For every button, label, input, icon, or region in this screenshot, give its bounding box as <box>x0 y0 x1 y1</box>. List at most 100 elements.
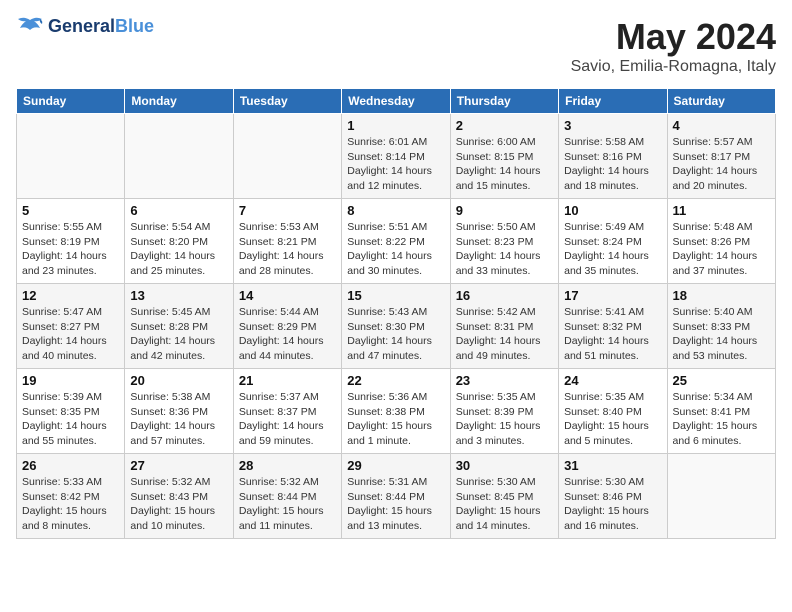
calendar-table: SundayMondayTuesdayWednesdayThursdayFrid… <box>16 88 776 539</box>
day-info: Sunrise: 5:40 AM Sunset: 8:33 PM Dayligh… <box>673 305 770 364</box>
day-number: 7 <box>239 203 336 218</box>
day-number: 10 <box>564 203 661 218</box>
calendar-cell <box>667 454 775 539</box>
calendar-week-row: 12 Sunrise: 5:47 AM Sunset: 8:27 PM Dayli… <box>17 284 776 369</box>
calendar-cell <box>125 114 233 199</box>
calendar-cell: 23Sunrise: 5:35 AM Sunset: 8:39 PM Dayli… <box>450 369 558 454</box>
calendar-cell: 24 Sunrise: 5:35 AM Sunset: 8:40 PM Dayli… <box>559 369 667 454</box>
day-number: 19 <box>22 373 119 388</box>
weekday-header: Saturday <box>667 89 775 114</box>
day-info: Sunrise: 5:43 AM Sunset: 8:30 PM Dayligh… <box>347 305 444 364</box>
day-number: 26 <box>22 458 119 473</box>
logo: GeneralBlue <box>16 16 154 38</box>
calendar-cell: 4 Sunrise: 5:57 AM Sunset: 8:17 PM Daylig… <box>667 114 775 199</box>
month-title: May 2024 <box>571 16 776 58</box>
day-info: Sunrise: 5:33 AM Sunset: 8:42 PM Dayligh… <box>22 475 119 534</box>
day-number: 1 <box>347 118 444 133</box>
day-number: 5 <box>22 203 119 218</box>
day-number: 18 <box>673 288 770 303</box>
calendar-cell: 9 Sunrise: 5:50 AM Sunset: 8:23 PM Daylig… <box>450 199 558 284</box>
day-number: 3 <box>564 118 661 133</box>
calendar-cell: 1 Sunrise: 6:01 AM Sunset: 8:14 PM Daylig… <box>342 114 450 199</box>
calendar-week-row: 5Sunrise: 5:55 AM Sunset: 8:19 PM Daylig… <box>17 199 776 284</box>
day-info: Sunrise: 5:35 AM Sunset: 8:40 PM Dayligh… <box>564 390 661 449</box>
weekday-header: Tuesday <box>233 89 341 114</box>
day-number: 27 <box>130 458 227 473</box>
calendar-cell: 21 Sunrise: 5:37 AM Sunset: 8:37 PM Dayli… <box>233 369 341 454</box>
day-info: Sunrise: 5:44 AM Sunset: 8:29 PM Dayligh… <box>239 305 336 364</box>
weekday-header: Wednesday <box>342 89 450 114</box>
day-number: 30 <box>456 458 553 473</box>
day-info: Sunrise: 5:54 AM Sunset: 8:20 PM Dayligh… <box>130 220 227 279</box>
day-number: 2 <box>456 118 553 133</box>
weekday-header-row: SundayMondayTuesdayWednesdayThursdayFrid… <box>17 89 776 114</box>
day-info: Sunrise: 5:39 AM Sunset: 8:35 PM Dayligh… <box>22 390 119 449</box>
day-number: 17 <box>564 288 661 303</box>
day-info: Sunrise: 5:31 AM Sunset: 8:44 PM Dayligh… <box>347 475 444 534</box>
calendar-cell: 31Sunrise: 5:30 AM Sunset: 8:46 PM Dayli… <box>559 454 667 539</box>
calendar-cell: 17 Sunrise: 5:41 AM Sunset: 8:32 PM Dayli… <box>559 284 667 369</box>
calendar-cell: 3Sunrise: 5:58 AM Sunset: 8:16 PM Daylig… <box>559 114 667 199</box>
day-number: 28 <box>239 458 336 473</box>
day-info: Sunrise: 6:00 AM Sunset: 8:15 PM Dayligh… <box>456 135 553 194</box>
day-info: Sunrise: 5:41 AM Sunset: 8:32 PM Dayligh… <box>564 305 661 364</box>
calendar-cell: 5Sunrise: 5:55 AM Sunset: 8:19 PM Daylig… <box>17 199 125 284</box>
day-number: 22 <box>347 373 444 388</box>
weekday-header: Sunday <box>17 89 125 114</box>
day-info: Sunrise: 5:57 AM Sunset: 8:17 PM Dayligh… <box>673 135 770 194</box>
calendar-cell: 19 Sunrise: 5:39 AM Sunset: 8:35 PM Dayli… <box>17 369 125 454</box>
weekday-header: Monday <box>125 89 233 114</box>
page-header: GeneralBlue May 2024 Savio, Emilia-Romag… <box>16 16 776 76</box>
calendar-cell: 7 Sunrise: 5:53 AM Sunset: 8:21 PM Daylig… <box>233 199 341 284</box>
day-number: 4 <box>673 118 770 133</box>
title-block: May 2024 Savio, Emilia-Romagna, Italy <box>571 16 776 76</box>
day-number: 15 <box>347 288 444 303</box>
day-info: Sunrise: 5:37 AM Sunset: 8:37 PM Dayligh… <box>239 390 336 449</box>
calendar-cell <box>17 114 125 199</box>
weekday-header: Friday <box>559 89 667 114</box>
calendar-cell: 14 Sunrise: 5:44 AM Sunset: 8:29 PM Dayli… <box>233 284 341 369</box>
day-number: 14 <box>239 288 336 303</box>
day-info: Sunrise: 5:47 AM Sunset: 8:27 PM Dayligh… <box>22 305 119 364</box>
day-number: 11 <box>673 203 770 218</box>
day-info: Sunrise: 5:50 AM Sunset: 8:23 PM Dayligh… <box>456 220 553 279</box>
day-number: 29 <box>347 458 444 473</box>
weekday-header: Thursday <box>450 89 558 114</box>
calendar-cell: 10Sunrise: 5:49 AM Sunset: 8:24 PM Dayli… <box>559 199 667 284</box>
day-info: Sunrise: 5:30 AM Sunset: 8:46 PM Dayligh… <box>564 475 661 534</box>
day-info: Sunrise: 5:45 AM Sunset: 8:28 PM Dayligh… <box>130 305 227 364</box>
calendar-cell: 27 Sunrise: 5:32 AM Sunset: 8:43 PM Dayli… <box>125 454 233 539</box>
calendar-cell: 11 Sunrise: 5:48 AM Sunset: 8:26 PM Dayli… <box>667 199 775 284</box>
day-info: Sunrise: 5:48 AM Sunset: 8:26 PM Dayligh… <box>673 220 770 279</box>
day-info: Sunrise: 5:32 AM Sunset: 8:43 PM Dayligh… <box>130 475 227 534</box>
day-number: 12 <box>22 288 119 303</box>
calendar-week-row: 1 Sunrise: 6:01 AM Sunset: 8:14 PM Daylig… <box>17 114 776 199</box>
day-number: 13 <box>130 288 227 303</box>
calendar-cell: 15 Sunrise: 5:43 AM Sunset: 8:30 PM Dayli… <box>342 284 450 369</box>
day-info: Sunrise: 5:30 AM Sunset: 8:45 PM Dayligh… <box>456 475 553 534</box>
calendar-cell: 6 Sunrise: 5:54 AM Sunset: 8:20 PM Daylig… <box>125 199 233 284</box>
day-number: 25 <box>673 373 770 388</box>
calendar-cell: 22Sunrise: 5:36 AM Sunset: 8:38 PM Dayli… <box>342 369 450 454</box>
calendar-cell: 12 Sunrise: 5:47 AM Sunset: 8:27 PM Dayli… <box>17 284 125 369</box>
day-number: 20 <box>130 373 227 388</box>
day-info: Sunrise: 5:38 AM Sunset: 8:36 PM Dayligh… <box>130 390 227 449</box>
day-number: 16 <box>456 288 553 303</box>
day-number: 6 <box>130 203 227 218</box>
logo-text: GeneralBlue <box>48 17 154 37</box>
calendar-week-row: 26 Sunrise: 5:33 AM Sunset: 8:42 PM Dayli… <box>17 454 776 539</box>
day-number: 24 <box>564 373 661 388</box>
day-number: 21 <box>239 373 336 388</box>
day-info: Sunrise: 5:51 AM Sunset: 8:22 PM Dayligh… <box>347 220 444 279</box>
day-number: 9 <box>456 203 553 218</box>
logo-icon <box>16 16 44 38</box>
calendar-cell: 29 Sunrise: 5:31 AM Sunset: 8:44 PM Dayli… <box>342 454 450 539</box>
calendar-cell: 13 Sunrise: 5:45 AM Sunset: 8:28 PM Dayli… <box>125 284 233 369</box>
calendar-cell: 18 Sunrise: 5:40 AM Sunset: 8:33 PM Dayli… <box>667 284 775 369</box>
calendar-cell: 28Sunrise: 5:32 AM Sunset: 8:44 PM Dayli… <box>233 454 341 539</box>
calendar-cell: 16Sunrise: 5:42 AM Sunset: 8:31 PM Dayli… <box>450 284 558 369</box>
calendar-cell: 25Sunrise: 5:34 AM Sunset: 8:41 PM Dayli… <box>667 369 775 454</box>
day-info: Sunrise: 6:01 AM Sunset: 8:14 PM Dayligh… <box>347 135 444 194</box>
day-info: Sunrise: 5:53 AM Sunset: 8:21 PM Dayligh… <box>239 220 336 279</box>
calendar-cell: 30 Sunrise: 5:30 AM Sunset: 8:45 PM Dayli… <box>450 454 558 539</box>
